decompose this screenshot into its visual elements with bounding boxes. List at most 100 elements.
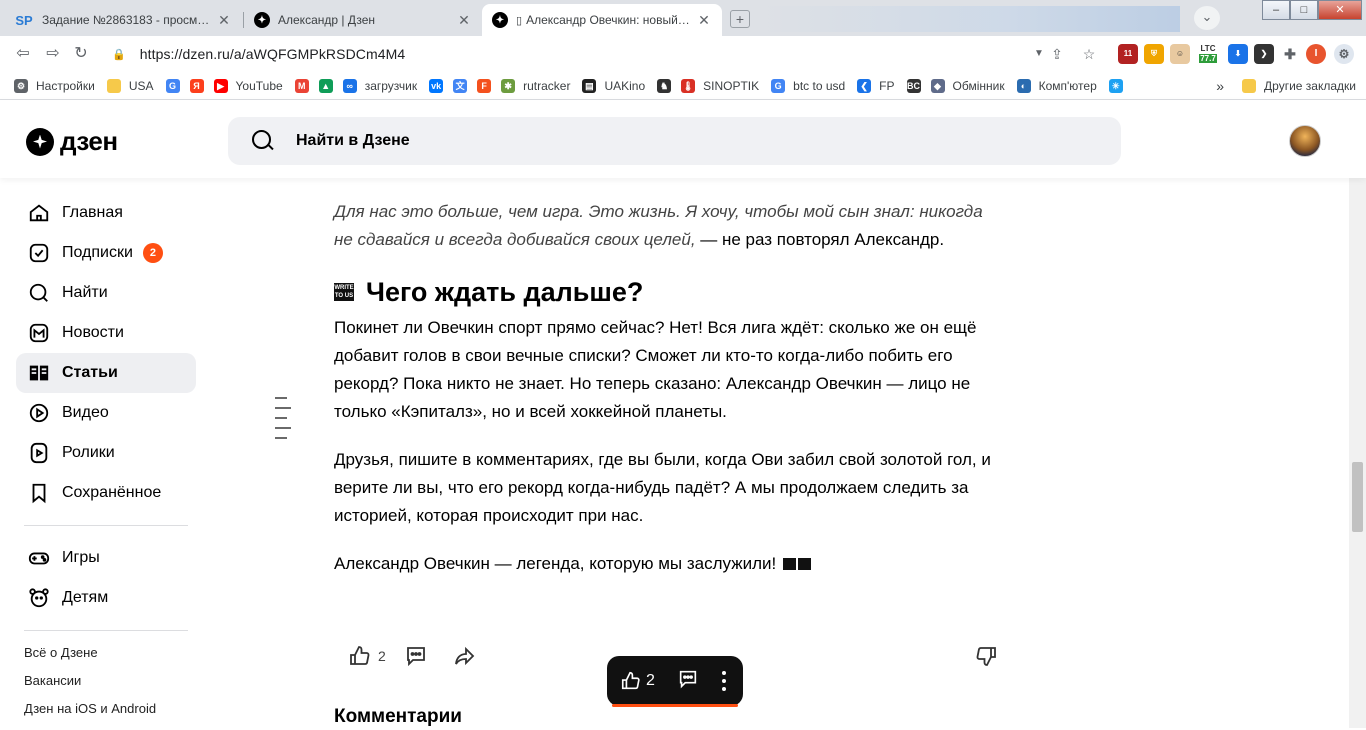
bookmark-item[interactable]: F [477, 78, 492, 93]
translate-icon: 文 [453, 78, 468, 93]
browser-tab[interactable]: SP Задание №2863183 - просмотр з ✕ [4, 4, 242, 36]
bookmark-item[interactable]: 文 [453, 78, 468, 93]
comment-icon [679, 670, 697, 688]
extension-badge-icon[interactable]: 11 [1118, 44, 1138, 64]
sidebar-item-label: Главная [62, 204, 123, 221]
sidebar-item-gamepad[interactable]: Игры [16, 538, 196, 578]
table-of-contents-icon[interactable] [275, 397, 291, 447]
footer-link-about[interactable]: Всё о Дзене [24, 646, 156, 674]
dislike-button[interactable] [974, 644, 998, 668]
user-avatar[interactable] [1289, 125, 1321, 157]
bookmark-item[interactable]: ◐ Комп'ютер [1016, 78, 1097, 93]
sidebar-item-home[interactable]: Главная [16, 193, 196, 233]
share-button[interactable] [452, 644, 476, 668]
more-options-icon[interactable] [721, 669, 727, 693]
share-icon[interactable]: ⇪ [1048, 45, 1066, 63]
dark-extension-icon[interactable]: ❯ [1254, 44, 1274, 64]
back-arrow-icon[interactable]: ⇦ [12, 44, 34, 64]
bookmark-item[interactable]: USA [106, 78, 154, 93]
bookmark-item[interactable]: M [294, 78, 309, 93]
missing-glyph-icon: ▯ [516, 14, 523, 27]
address-bar[interactable]: 🔒 https://dzen.ru/a/aWQFGMPkRSDCm4M4 [104, 40, 1114, 68]
dropdown-arrow-icon[interactable]: ▼ [1030, 45, 1048, 63]
bookmark-item[interactable]: Я [189, 78, 204, 93]
sidebar-item-label: Ролики [62, 444, 115, 461]
sidebar-item-bookmark[interactable]: Сохранённое [16, 473, 196, 513]
sidebar-item-shorts[interactable]: Ролики [16, 433, 196, 473]
video-icon [28, 402, 50, 424]
tab-search-chevron-icon[interactable]: ⌄ [1194, 6, 1220, 30]
kids-icon [28, 587, 50, 609]
bookmark-item[interactable]: ⚙ Настройки [14, 78, 95, 93]
new-tab-button[interactable]: + [730, 10, 750, 28]
more-bookmarks-chevron-icon[interactable]: » [1216, 78, 1224, 94]
star-bookmark-icon[interactable]: ☆ [1080, 45, 1098, 63]
browser-tab-active[interactable]: ✦ ▯ Александр Овечкин: новый ре ✕ [482, 4, 722, 36]
scrollbar-thumb[interactable] [1352, 462, 1363, 532]
bookmark-item[interactable]: 🌡 SINOPTIK [681, 78, 759, 93]
footer-link-apps[interactable]: Дзен на iOS и Android [24, 702, 156, 730]
f-icon: F [477, 78, 492, 93]
bookmark-item[interactable]: ▤ UAKino [582, 78, 645, 93]
bookmark-item[interactable]: vk [429, 78, 444, 93]
forward-arrow-icon[interactable]: ⇨ [42, 44, 64, 64]
ltc-price-extension-icon[interactable]: LTC 77.7 [1198, 44, 1218, 64]
bookmark-item[interactable]: ✱ rutracker [501, 78, 570, 93]
puzzle-extensions-icon[interactable]: ✚ [1280, 44, 1300, 64]
yandex-icon: Я [189, 78, 204, 93]
minimize-button[interactable]: – [1262, 0, 1290, 20]
walmart-icon: ✳ [1108, 78, 1123, 93]
bookmark-item[interactable]: Gbtc to usd [771, 78, 845, 93]
floating-like-button[interactable]: 2 [620, 670, 655, 692]
dzen-logo[interactable]: дзен [26, 126, 118, 157]
close-tab-icon[interactable]: ✕ [216, 12, 232, 29]
sidebar-item-news[interactable]: Новости [16, 313, 196, 353]
sidebar-item-subscriptions[interactable]: Подписки 2 [16, 233, 196, 273]
news-icon [28, 322, 50, 344]
sidebar-item-kids[interactable]: Детям [16, 578, 196, 618]
chess-icon: ♞ [657, 78, 672, 93]
sidebar-item-articles[interactable]: Статьи [16, 353, 196, 393]
page-scrollbar[interactable] [1349, 178, 1366, 728]
comment-button[interactable] [404, 644, 428, 668]
article-body: Для нас это больше, чем игра. Это жизнь.… [334, 198, 1004, 598]
lock-icon: 🔒 [112, 48, 126, 61]
bookmark-item[interactable]: ∞ загрузчик [342, 78, 417, 93]
bookmark-item[interactable]: ◆ Обмінник [930, 78, 1005, 93]
download-icon[interactable]: ⬇ [1228, 44, 1248, 64]
like-button[interactable]: 2 [348, 644, 386, 668]
bookmark-item[interactable]: BC [906, 78, 921, 93]
floating-comment-button[interactable] [677, 668, 699, 695]
maximize-button[interactable]: □ [1290, 0, 1318, 20]
share-arrow-icon [455, 646, 475, 666]
face-extension-icon[interactable]: ☺ [1170, 44, 1190, 64]
computer-icon: ◐ [1016, 78, 1031, 93]
search-input[interactable]: Найти в Дзене [228, 117, 1121, 165]
exchange-icon: ◆ [930, 78, 945, 93]
footer-link-jobs[interactable]: Вакансии [24, 674, 156, 702]
rutracker-icon: ✱ [501, 78, 516, 93]
quote-attribution: — не раз повторял Александр. [695, 230, 945, 249]
browser-tab[interactable]: ✦ Александр | Дзен ✕ [244, 4, 482, 36]
sidebar-item-video[interactable]: Видео [16, 393, 196, 433]
reload-icon[interactable]: ↻ [70, 44, 92, 64]
bookmark-item[interactable]: ✳ [1108, 78, 1123, 93]
bookmark-item[interactable]: G [165, 78, 180, 93]
close-tab-icon[interactable]: ✕ [456, 12, 472, 29]
bookmark-item[interactable]: ♞ [657, 78, 672, 93]
other-bookmarks-folder[interactable]: Другие закладки [1242, 79, 1356, 93]
drive-icon: ▲ [318, 78, 333, 93]
sidebar-item-search[interactable]: Найти [16, 273, 196, 313]
shield-extension-icon[interactable]: ⛨ [1144, 44, 1164, 64]
close-tab-icon[interactable]: ✕ [696, 12, 712, 29]
bookmark-item[interactable]: ▶ YouTube [213, 78, 283, 93]
bookmark-item[interactable]: ▲ [318, 78, 333, 93]
profile-avatar-icon[interactable]: I [1306, 44, 1326, 64]
bookmark-item[interactable]: ❮ FP [857, 78, 895, 93]
google-icon: G [165, 78, 180, 93]
gamepad-icon [28, 547, 50, 569]
menu-extension-icon[interactable]: ⚙ [1334, 44, 1354, 64]
subheading-text: Чего ждать дальше? [366, 277, 644, 307]
close-window-button[interactable]: ✕ [1318, 0, 1362, 20]
tab-title: Задание №2863183 - просмотр з [42, 13, 210, 27]
